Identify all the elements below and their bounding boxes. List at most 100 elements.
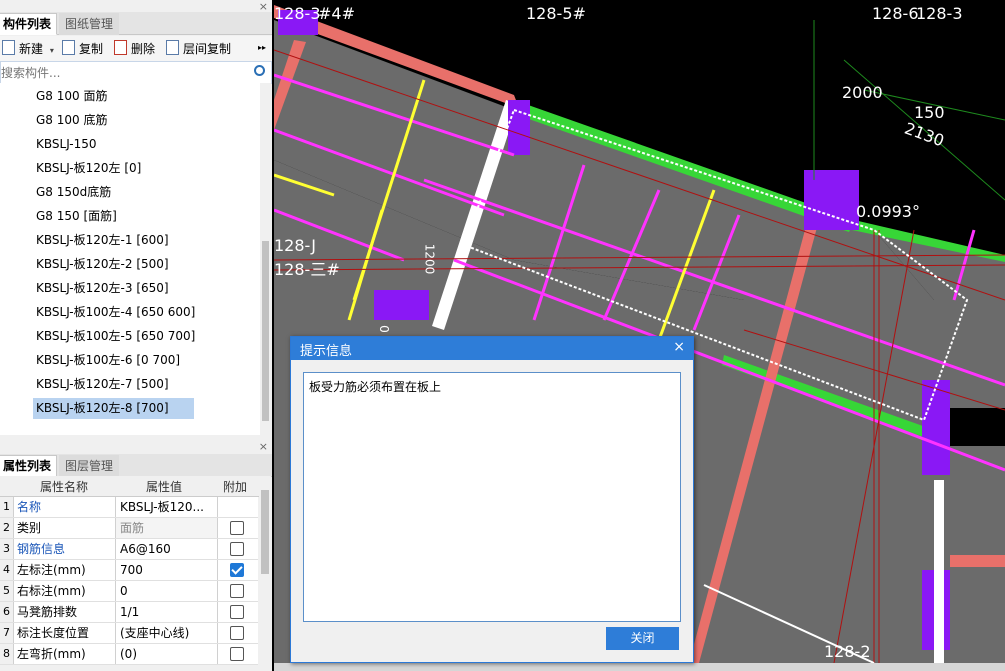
table-row[interactable]: 1 名称 KBSLJ-板120... [0,497,258,518]
axis-label: 128-3 [916,4,963,23]
delete-icon [114,40,127,55]
component-tree-scrollbar[interactable] [260,83,271,435]
axis-label: 128-6 [872,4,919,23]
component-panel-tabs: 构件列表 图纸管理 [0,12,272,35]
component-search-input[interactable] [0,63,248,82]
table-row[interactable]: 8 左弯折(mm) (0) [0,644,258,665]
extra-checkbox[interactable] [230,584,244,598]
list-item[interactable]: KBSLJ-板120左-7 [500] [33,374,172,395]
beam [934,480,944,663]
table-row[interactable]: 4 左标注(mm) 700 [0,560,258,581]
property-table-header: 属性名称 属性值 附加 [0,476,260,497]
list-item[interactable]: KBSLJ-板100左-6 [0 700] [33,350,183,371]
property-scroll-thumb[interactable] [261,490,269,574]
beam [950,555,1005,567]
list-item[interactable]: KBSLJ-板120左-2 [500] [33,254,172,275]
list-item-selected[interactable]: KBSLJ-板120左-8 [700] [33,398,194,419]
list-item[interactable]: KBSLJ-板120左-3 [650] [33,278,172,299]
row-number: 1 [0,497,14,517]
axis-label: 128-三# [274,260,340,279]
new-file-icon [2,40,15,55]
floor-copy-button-label: 层间复制 [183,42,232,56]
extra-checkbox[interactable] [230,521,244,535]
property-name: 名称 [17,500,42,514]
axis-label: 128-2 [824,642,871,661]
panel-splitter[interactable] [0,436,272,454]
list-item[interactable]: G8 100 面筋 [33,86,110,107]
column-header-name: 属性名称 [40,480,89,494]
table-row[interactable]: 2 类别 面筋 [0,518,258,539]
search-icon[interactable] [254,65,265,76]
angle-label: 0.0993° [856,202,920,221]
property-value[interactable]: (支座中心线) [115,623,218,643]
extra-cell [217,581,259,601]
property-panel-close-icon[interactable]: × [259,440,268,453]
tab-layer-management[interactable]: 图层管理 [59,455,120,477]
close-button[interactable]: 关闭 [606,627,679,650]
column-header-extra: 附加 [223,480,248,494]
extra-checkbox[interactable] [230,626,244,640]
extra-cell [217,644,259,664]
property-scrollbar[interactable] [259,476,271,666]
close-icon[interactable]: × [673,339,685,355]
row-number: 3 [0,539,14,559]
list-item[interactable]: G8 150d底筋 [33,182,114,203]
extra-checkbox[interactable] [230,542,244,556]
property-value[interactable]: 0 [115,581,218,601]
component-panel-close-icon[interactable]: × [259,0,268,13]
new-button[interactable]: 新建 ▾ [2,40,54,56]
dropdown-arrow-icon[interactable]: ▾ [50,46,54,55]
row-number: 8 [0,644,14,664]
list-item[interactable]: G8 150 [面筋] [33,206,120,227]
table-row[interactable]: 3 钢筋信息 A6@160 [0,539,258,560]
property-value[interactable]: (0) [115,644,218,664]
table-row[interactable]: 6 马凳筋排数 1/1 [0,602,258,623]
column-header-value: 属性值 [146,480,183,494]
extra-cell [217,539,259,559]
floor-copy-button[interactable]: 层间复制 [166,40,231,56]
copy-button-label: 复制 [79,42,104,56]
list-item[interactable]: KBSLJ-板120左 [0] [33,158,144,179]
message-dialog: 提示信息 × 板受力筋必须布置在板上 关闭 [290,336,694,663]
list-item[interactable]: KBSLJ-150 [33,134,100,155]
tab-drawing-management[interactable]: 图纸管理 [59,13,120,35]
left-panel: 构件列表 图纸管理 × 新建 ▾ 复制 删除 层间复制 ▸▸ G8 100 面筋… [0,0,272,671]
component-tree-scroll-thumb[interactable] [262,241,269,421]
table-row[interactable]: 5 右标注(mm) 0 [0,581,258,602]
property-value[interactable]: KBSLJ-板120... [115,497,218,517]
floor-copy-icon [166,40,179,55]
property-name: 右标注(mm) [17,584,86,598]
property-value[interactable]: 1/1 [115,602,218,622]
axis-label: 128-3 [274,4,321,23]
list-item[interactable]: G8 100 底筋 [33,110,110,131]
extra-checkbox[interactable] [230,647,244,661]
dimension-label: 0 [376,325,391,333]
extra-checkbox[interactable] [230,605,244,619]
property-value[interactable]: 面筋 [115,518,218,538]
property-value[interactable]: A6@160 [115,539,218,559]
table-row[interactable]: 7 标注长度位置 (支座中心线) [0,623,258,644]
slab-region [950,480,1005,520]
more-tools-icon[interactable]: ▸▸ [258,40,266,56]
property-name: 左弯折(mm) [17,647,86,661]
property-name: 钢筋信息 [17,542,66,556]
copy-icon [62,40,75,55]
slab-region [950,446,1005,468]
extra-checkbox-checked[interactable] [230,563,244,577]
component-toolbar: 新建 ▾ 复制 删除 层间复制 ▸▸ [0,36,272,61]
component-tree: G8 100 面筋 G8 100 底筋 KBSLJ-150 KBSLJ-板120… [0,83,260,435]
tab-property-list[interactable]: 属性列表 [0,455,58,477]
row-number: 2 [0,518,14,538]
list-item[interactable]: KBSLJ-板100左-4 [650 600] [33,302,198,323]
list-item[interactable]: KBSLJ-板100左-5 [650 700] [33,326,198,347]
property-value[interactable]: 700 [115,560,218,580]
delete-button[interactable]: 删除 [114,40,155,56]
dialog-titlebar[interactable]: 提示信息 × [291,337,693,360]
property-name: 标注长度位置 [17,626,90,640]
column [508,100,530,155]
dialog-message: 板受力筋必须布置在板上 [309,380,442,394]
new-button-label: 新建 [19,42,44,56]
tab-component-list[interactable]: 构件列表 [0,13,58,35]
list-item[interactable]: KBSLJ-板120左-1 [600] [33,230,172,251]
copy-button[interactable]: 复制 [62,40,103,56]
